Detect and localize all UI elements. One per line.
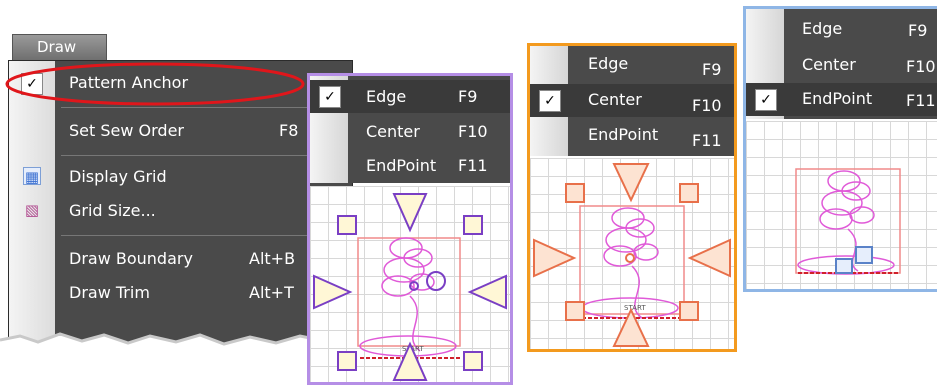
- highlight-ring: [5, 62, 305, 106]
- submenu-edge-label: Edge: [366, 87, 407, 106]
- checkmark-icon: ✓: [319, 86, 341, 108]
- pattern-grid: START: [530, 158, 734, 349]
- draw-menu-tab[interactable]: Draw: [12, 34, 107, 60]
- pattern-grid: [746, 121, 937, 289]
- submenu-endpoint-label[interactable]: EndPoint: [366, 156, 436, 175]
- center-anchor-preview: START: [533, 163, 731, 347]
- anchor-submenu: ✓ Edge F9 Center F10 EndPoint F11: [310, 76, 510, 183]
- menu-item-grid-size[interactable]: Grid Size...: [69, 201, 156, 220]
- shortcut-draw-boundary: Alt+B: [249, 249, 296, 268]
- endpoint-anchor-panel: Edge F9 Center F10 ✓ EndPoint F11: [743, 6, 937, 292]
- menu-item-draw-boundary[interactable]: Draw Boundary: [69, 249, 193, 268]
- endpoint-anchor-preview: [795, 168, 901, 275]
- submenu-endpoint-label[interactable]: EndPoint: [588, 125, 658, 144]
- draw-menu-title: Draw: [37, 38, 77, 56]
- submenu-endpoint-key: F11: [458, 156, 488, 175]
- grid-icon: ▦: [23, 167, 41, 186]
- submenu-center-label[interactable]: Center: [366, 122, 420, 141]
- menu-item-draw-trim[interactable]: Draw Trim: [69, 283, 150, 302]
- torn-edge: [0, 332, 360, 385]
- checkmark-icon: ✓: [539, 90, 561, 112]
- submenu-edge-label[interactable]: Edge: [588, 54, 628, 73]
- shortcut-draw-trim: Alt+T: [249, 283, 294, 302]
- submenu-endpoint-key: F11: [906, 91, 936, 110]
- submenu-center-label: Center: [588, 90, 642, 109]
- shortcut-set-sew-order: F8: [279, 121, 299, 140]
- anchor-submenu: Edge F9 ✓ Center F10 EndPoint F11: [530, 46, 734, 156]
- submenu-endpoint-label: EndPoint: [802, 89, 873, 108]
- submenu-edge-key: F9: [458, 87, 478, 106]
- pattern-start-label: START: [624, 304, 646, 312]
- anchor-submenu: Edge F9 Center F10 ✓ EndPoint F11: [746, 9, 937, 119]
- edge-anchor-panel: ✓ Edge F9 Center F10 EndPoint F11 START: [307, 73, 513, 385]
- checkmark-icon: ✓: [755, 89, 777, 111]
- submenu-center-key: F10: [692, 96, 722, 115]
- submenu-center-label[interactable]: Center: [802, 55, 856, 74]
- pattern-grid: START: [310, 186, 510, 382]
- edge-anchor-preview: START: [313, 193, 507, 381]
- submenu-edge-key: F9: [702, 60, 722, 79]
- grid-size-icon: ▧: [24, 201, 40, 219]
- submenu-center-key: F10: [458, 122, 488, 141]
- menu-item-set-sew-order[interactable]: Set Sew Order: [69, 121, 184, 140]
- center-anchor-panel: Edge F9 ✓ Center F10 EndPoint F11 START: [527, 43, 737, 352]
- submenu-edge-key: F9: [908, 21, 928, 40]
- submenu-center-key: F10: [906, 57, 936, 76]
- submenu-endpoint-key: F11: [692, 131, 722, 150]
- submenu-edge-label[interactable]: Edge: [802, 19, 842, 38]
- menu-item-display-grid[interactable]: Display Grid: [69, 167, 167, 186]
